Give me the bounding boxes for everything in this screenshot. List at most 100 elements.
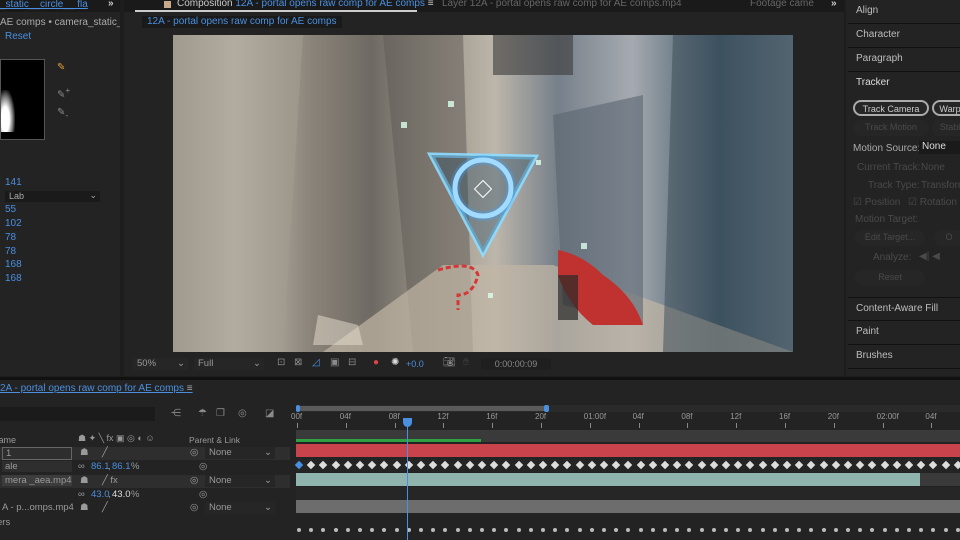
quality-switch-icon[interactable]: ╱ fx bbox=[102, 475, 118, 486]
graph-editor-icon[interactable]: ◪ bbox=[265, 408, 274, 419]
keyframe[interactable] bbox=[489, 460, 499, 470]
colorspace-dropdown[interactable]: Lab ⌄ bbox=[5, 190, 100, 202]
scale-x-value[interactable]: 43.0 bbox=[91, 489, 110, 500]
value-2[interactable]: 55 bbox=[5, 204, 16, 215]
keyframe[interactable] bbox=[770, 460, 780, 470]
comp-chip[interactable]: 12A - portal opens raw comp for AE comps bbox=[142, 16, 342, 28]
layer-row[interactable]: 1 ☗ ╱ ◎ None ⌄ bbox=[0, 447, 290, 460]
keyframe[interactable] bbox=[416, 460, 426, 470]
keyframe[interactable] bbox=[306, 460, 316, 470]
parent-dropdown[interactable]: None ⌄ bbox=[205, 502, 275, 514]
keyframe[interactable] bbox=[892, 460, 902, 470]
current-time[interactable]: 0:00:00:09 bbox=[481, 358, 551, 370]
keyframe[interactable] bbox=[563, 460, 572, 470]
exposure-reset-icon[interactable]: ✺ bbox=[391, 357, 399, 368]
panel-brushes[interactable]: Brushes bbox=[848, 345, 960, 369]
color-channels-icon[interactable]: ● bbox=[373, 357, 379, 368]
layer-property-row[interactable]: ∞ 43.0, 43.0 % ◎ bbox=[0, 489, 290, 502]
visibility-icon[interactable]: ☗ bbox=[80, 502, 89, 513]
layer-tab[interactable]: Layer 12A - portal opens raw comp for AE… bbox=[442, 0, 682, 9]
guides-icon[interactable]: ▣ bbox=[330, 357, 339, 368]
keyframe[interactable] bbox=[477, 460, 487, 470]
exposure-value[interactable]: +0.0 bbox=[406, 359, 424, 369]
keyframe[interactable] bbox=[380, 460, 389, 470]
3d-view-icon[interactable]: ⊟ bbox=[348, 357, 356, 368]
keyframe[interactable] bbox=[794, 460, 804, 470]
keyframe[interactable] bbox=[904, 460, 914, 470]
region-of-interest-icon[interactable]: ⊡ bbox=[277, 357, 285, 368]
parent-dropdown[interactable]: None ⌄ bbox=[205, 475, 275, 487]
time-ruler[interactable]: 00f 04f 08f 12f 16f 20f 01:00f 04f 08f 12f 16f 20f 0… bbox=[290, 412, 960, 430]
keyframe[interactable] bbox=[502, 460, 511, 470]
value-4[interactable]: 78 bbox=[5, 232, 16, 243]
keyframe[interactable] bbox=[636, 460, 645, 470]
more-panels-button[interactable]: » bbox=[831, 0, 837, 9]
hide-shy-layers-icon[interactable]: ☂ bbox=[198, 408, 207, 419]
mask-visibility-icon[interactable]: ◿ bbox=[312, 357, 320, 368]
eyedropper-add-icon[interactable]: ✎+ bbox=[57, 85, 70, 100]
frame-blending-icon[interactable]: ❐ bbox=[216, 408, 225, 419]
keyframe[interactable] bbox=[648, 460, 658, 470]
timeline-tab[interactable]: 2A - portal opens raw comp for AE comps … bbox=[0, 383, 193, 394]
pickwhip-icon[interactable]: ◎ bbox=[199, 461, 207, 472]
keyframe[interactable] bbox=[343, 460, 353, 470]
motion-source-dropdown[interactable]: None bbox=[919, 141, 960, 154]
more-panels-button[interactable]: » bbox=[108, 0, 114, 9]
keyframe[interactable] bbox=[404, 460, 414, 470]
keyframe[interactable] bbox=[611, 460, 621, 470]
layer-bar-2[interactable] bbox=[296, 473, 920, 486]
value-1[interactable]: 141 bbox=[5, 177, 22, 188]
layer-search-input[interactable] bbox=[0, 407, 155, 421]
panel-paragraph[interactable]: Paragraph bbox=[848, 48, 960, 72]
keyframe[interactable] bbox=[929, 460, 938, 470]
keyframe[interactable] bbox=[941, 460, 950, 470]
scale-y-value[interactable]: 43.0 bbox=[112, 489, 131, 500]
track-camera-button[interactable]: Track Camera bbox=[853, 100, 929, 116]
lock-icon[interactable] bbox=[164, 1, 171, 8]
panel-align[interactable]: Align bbox=[848, 0, 960, 24]
keyframe[interactable] bbox=[831, 460, 841, 470]
keyframe[interactable] bbox=[721, 460, 731, 470]
parent-dropdown[interactable]: None ⌄ bbox=[205, 447, 275, 459]
eyedropper-icon[interactable]: ✎ bbox=[57, 62, 65, 73]
eyedropper-subtract-icon[interactable]: ✎- bbox=[57, 107, 68, 120]
keyframe[interactable] bbox=[660, 460, 670, 470]
layer-bar-3[interactable] bbox=[296, 500, 960, 513]
panel-content-aware-fill[interactable]: Content-Aware Fill bbox=[848, 297, 960, 321]
constrain-proportions-icon[interactable]: ∞ bbox=[78, 489, 85, 500]
keyframe[interactable] bbox=[355, 460, 365, 470]
scale-x-value[interactable]: 86.1 bbox=[91, 461, 110, 472]
keyframe[interactable] bbox=[294, 460, 304, 470]
keyframe[interactable] bbox=[319, 460, 328, 470]
keyframe[interactable] bbox=[465, 460, 475, 470]
keyframe[interactable] bbox=[916, 460, 926, 470]
constrain-proportions-icon[interactable]: ∞ bbox=[78, 461, 85, 472]
scale-y-value[interactable]: 86.1 bbox=[112, 461, 131, 472]
keyframe[interactable] bbox=[868, 460, 877, 470]
keyframe[interactable] bbox=[855, 460, 865, 470]
keyframe[interactable] bbox=[514, 460, 523, 470]
keyframe[interactable] bbox=[733, 460, 743, 470]
pickwhip-icon[interactable]: ◎ bbox=[190, 475, 198, 486]
panel-tracker[interactable]: Tracker bbox=[848, 72, 960, 96]
panel-menu-icon[interactable]: ≡ bbox=[428, 0, 434, 9]
keyframe[interactable] bbox=[685, 460, 694, 470]
layer-row[interactable]: ers bbox=[0, 517, 290, 530]
keyframe[interactable] bbox=[880, 460, 889, 470]
keyframe[interactable] bbox=[331, 460, 340, 470]
layer-bar-1[interactable] bbox=[296, 444, 960, 457]
keyframe[interactable] bbox=[599, 460, 609, 470]
composition-tab[interactable]: Composition 12A - portal opens raw comp … bbox=[177, 0, 434, 9]
value-6[interactable]: 168 bbox=[5, 259, 22, 270]
work-area-bar[interactable] bbox=[296, 430, 960, 442]
layer-row[interactable]: mera _aea.mp4 ☗ ╱ fx ◎ None ⌄ bbox=[0, 475, 290, 488]
keyframe[interactable] bbox=[453, 460, 462, 470]
quality-switch-icon[interactable]: ╱ bbox=[102, 502, 108, 513]
keyframe[interactable] bbox=[392, 460, 401, 470]
keyframe[interactable] bbox=[526, 460, 536, 470]
keyframe[interactable] bbox=[550, 460, 560, 470]
keyframe[interactable] bbox=[807, 460, 816, 470]
visibility-icon[interactable]: ☗ bbox=[80, 447, 89, 458]
keyframe[interactable] bbox=[575, 460, 584, 470]
quality-switch-icon[interactable]: ╱ bbox=[102, 447, 108, 458]
